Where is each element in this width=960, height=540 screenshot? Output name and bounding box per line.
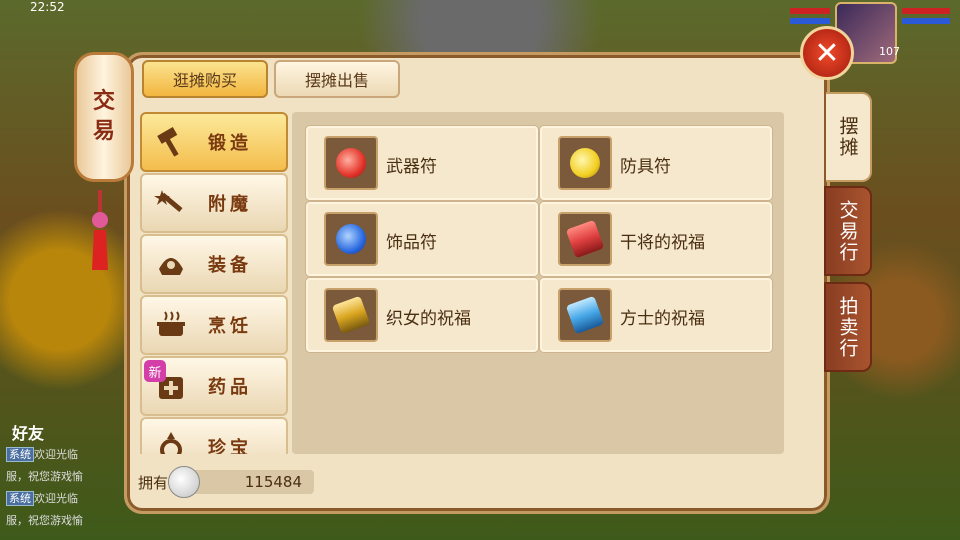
accessory-talisman-icon <box>324 212 378 266</box>
helmet-icon <box>148 244 194 284</box>
currency-display: 拥有 115484 <box>138 466 315 498</box>
gold-scroll-icon <box>324 288 378 342</box>
item-sorcerer-blessing[interactable]: 方士的祝福 <box>540 278 772 352</box>
player-mp-bar <box>902 18 950 24</box>
category-equipment[interactable]: 装备 <box>140 234 288 294</box>
item-armor-talisman[interactable]: 防具符 <box>540 126 772 200</box>
tab-browse-buy[interactable]: 逛摊购买 <box>142 60 268 98</box>
weapon-talisman-icon <box>324 136 378 190</box>
tab-stall-sell[interactable]: 摆摊出售 <box>274 60 400 98</box>
chat-line: 服，祝您游戏愉 <box>6 514 83 527</box>
armor-talisman-icon <box>558 136 612 190</box>
cooking-pot-icon <box>148 305 194 345</box>
chat-tag: 系统 <box>6 491 34 506</box>
item-weapon-talisman[interactable]: 武器符 <box>306 126 538 200</box>
magic-wand-icon <box>148 183 194 223</box>
clock: 22:52 <box>30 0 65 14</box>
item-ganjiang-blessing[interactable]: 干将的祝福 <box>540 202 772 276</box>
currency-box: 115484 <box>168 466 315 498</box>
trade-lantern-title: 交 易 <box>74 52 134 182</box>
category-treasure[interactable]: 珍宝 <box>140 417 288 454</box>
category-medicine[interactable]: 药品 新 <box>140 356 288 416</box>
new-badge: 新 <box>144 360 166 382</box>
side-tab-stall[interactable]: 摆摊 <box>826 92 872 182</box>
hammer-icon <box>148 122 194 162</box>
red-scroll-icon <box>558 212 612 266</box>
chat-line: 服，祝您游戏愉 <box>6 470 83 483</box>
category-cooking[interactable]: 烹饪 <box>140 295 288 355</box>
category-forge[interactable]: 锻造 <box>140 112 288 172</box>
player-level: 107 <box>879 45 900 58</box>
pet-hp-bar <box>790 8 830 14</box>
side-tab-auction[interactable]: 拍卖行 <box>824 282 872 372</box>
friends-button[interactable]: 好友 <box>12 420 44 444</box>
chat-box[interactable]: 系统 欢迎光临 服，祝您游戏愉 系统 欢迎光临 服，祝您游戏愉 <box>6 444 131 532</box>
category-list[interactable]: 锻造 附魔 装备 烹饪 药品 新 珍宝 <box>140 112 288 454</box>
item-weaver-blessing[interactable]: 织女的祝福 <box>306 278 538 352</box>
item-accessory-talisman[interactable]: 饰品符 <box>306 202 538 276</box>
player-hp-bar <box>902 8 950 14</box>
lantern-tassel-icon <box>92 190 108 270</box>
silver-coin-icon <box>168 466 201 498</box>
side-tab-trading-house[interactable]: 交易行 <box>824 186 872 276</box>
treasure-icon <box>148 427 194 454</box>
chat-line: 系统 欢迎光临 <box>6 488 131 510</box>
category-enchant[interactable]: 附魔 <box>140 173 288 233</box>
chat-line: 系统 欢迎光临 <box>6 444 131 466</box>
chat-tag: 系统 <box>6 447 34 462</box>
pet-mp-bar <box>790 18 830 24</box>
close-button[interactable]: ✕ <box>800 26 854 80</box>
currency-value: 115484 <box>244 473 303 491</box>
blue-scroll-icon <box>558 288 612 342</box>
